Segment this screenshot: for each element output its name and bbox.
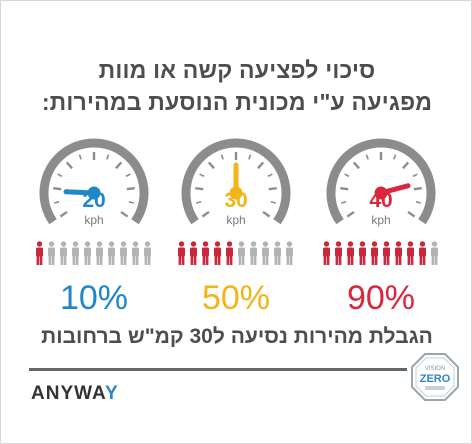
people-row-10-percent — [34, 241, 154, 267]
logo-text: ANYWA — [31, 383, 105, 404]
gauge-tick — [199, 173, 205, 178]
speed-unit: kph — [371, 213, 391, 227]
person-icon — [395, 241, 402, 265]
speed-value: 40 — [369, 189, 393, 212]
gauge-tick — [267, 173, 273, 178]
person-icon — [84, 241, 91, 265]
gauge-tick — [412, 173, 418, 178]
gauge-tick — [106, 154, 110, 160]
person-icon — [96, 241, 103, 265]
anyway-logo: ANYWAY — [31, 383, 119, 405]
gauge-tick — [115, 161, 123, 170]
badge-top-text: VISION — [425, 366, 445, 372]
person-icon — [132, 241, 139, 265]
gauge-tick — [78, 154, 82, 160]
person-icon — [202, 241, 209, 265]
infographic-frame: סיכוי לפציעה קשה או מוות מפגיעה ע"י מכונ… — [0, 0, 472, 444]
speed-unit: kph — [226, 213, 246, 227]
speed-value: 20 — [82, 189, 106, 212]
percent-label-10: 10% — [59, 279, 129, 317]
gauge-tick — [125, 173, 131, 178]
person-icon — [144, 241, 151, 265]
person-icon — [347, 241, 354, 265]
person-icon — [371, 241, 378, 265]
person-icon — [226, 241, 233, 265]
person-icon — [286, 241, 293, 265]
badge-main-text: ZERO — [420, 373, 451, 385]
gauge-tick — [393, 154, 397, 160]
person-icon — [60, 241, 67, 265]
person-icon — [108, 241, 115, 265]
divider — [29, 368, 407, 371]
gauge-tick — [65, 161, 73, 170]
person-icon — [335, 241, 342, 265]
speedometer-30: 30 kph — [178, 137, 294, 241]
person-icon — [120, 241, 127, 265]
people-icons — [36, 241, 151, 265]
gauge-tick — [402, 161, 410, 170]
person-icon — [274, 241, 281, 265]
person-icon — [72, 241, 79, 265]
person-icon — [48, 241, 55, 265]
gauge-tick — [220, 154, 224, 160]
speedometer-40: 40 kph — [323, 137, 439, 241]
person-icon — [407, 241, 414, 265]
logo-accent: Y — [104, 383, 119, 404]
person-icon — [262, 241, 269, 265]
person-icon — [419, 241, 426, 265]
person-icon — [359, 241, 366, 265]
person-icon — [431, 241, 438, 265]
person-icon — [190, 241, 197, 265]
person-icon — [238, 241, 245, 265]
gauge-tick — [248, 154, 252, 160]
title-line-2: מפגיעה ע"י מכונית הנוסעת במהירות: — [41, 89, 433, 115]
gauge-tick — [57, 173, 63, 178]
title-line-1: סיכוי לפציעה קשה או מוות — [98, 57, 376, 83]
speed-unit: kph — [84, 213, 104, 227]
person-icon — [383, 241, 390, 265]
person-icon — [250, 241, 257, 265]
speedometer-20: 20 kph — [36, 137, 152, 241]
gauge-tick — [344, 173, 350, 178]
speed-value: 30 — [224, 189, 248, 212]
percent-label-50: 50% — [201, 279, 271, 317]
people-row-50-percent — [176, 241, 296, 267]
percent-label-90: 90% — [346, 279, 416, 317]
person-icon — [323, 241, 330, 265]
person-icon — [178, 241, 185, 265]
speed-limit-message: הגבלת מהירות נסיעה ל30 קמ"ש ברחובות — [41, 325, 433, 348]
gauge-tick — [352, 161, 360, 170]
person-icon — [36, 241, 43, 265]
vision-zero-icon: VISION ZERO — [411, 353, 459, 401]
person-icon — [214, 241, 221, 265]
people-icons — [178, 241, 293, 265]
gauge-tick — [365, 154, 369, 160]
people-row-90-percent — [321, 241, 441, 267]
gauge-tick — [257, 161, 265, 170]
vision-zero-badge: VISION ZERO — [411, 353, 459, 401]
gauge-tick — [207, 161, 215, 170]
people-icons — [323, 241, 438, 265]
